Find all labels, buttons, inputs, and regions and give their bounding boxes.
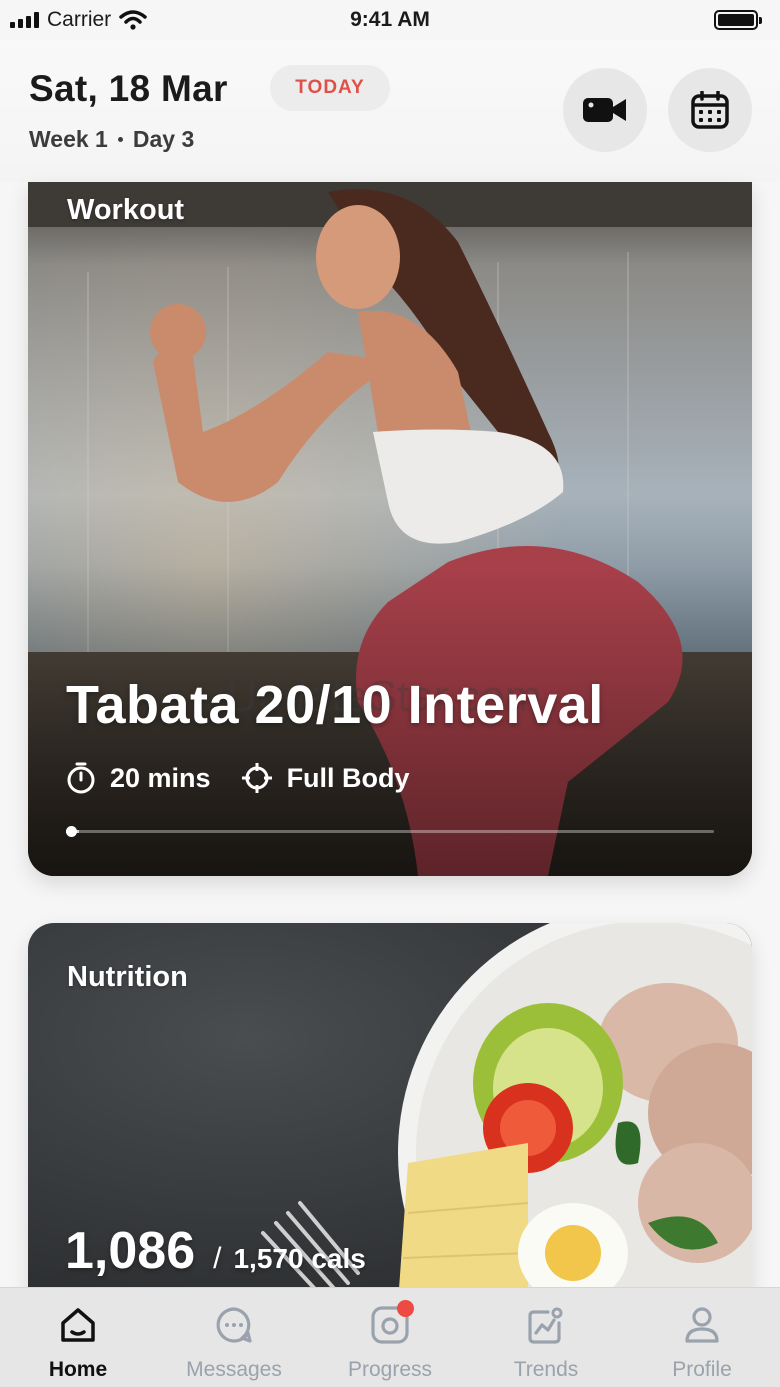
tab-bar: Home Messages Progress Trends Profile bbox=[0, 1287, 780, 1387]
carrier-label: Carrier bbox=[47, 8, 112, 31]
day-label: Day 3 bbox=[132, 126, 195, 152]
page-date: Sat, 18 Mar bbox=[29, 68, 228, 109]
tab-progress-label: Progress bbox=[347, 1358, 433, 1381]
calendar-icon bbox=[691, 91, 729, 129]
target-icon bbox=[241, 763, 272, 793]
today-badge[interactable]: TODAY bbox=[270, 65, 390, 111]
tab-home-label: Home bbox=[48, 1358, 108, 1381]
trend-chart-icon bbox=[526, 1304, 566, 1346]
status-bar: Carrier 9:41 AM bbox=[0, 0, 780, 40]
workout-progress-bar bbox=[66, 830, 714, 833]
tab-profile[interactable]: Profile bbox=[624, 1288, 780, 1387]
dot-separator bbox=[117, 137, 123, 142]
tab-home[interactable]: Home bbox=[0, 1288, 156, 1387]
signal-icon bbox=[10, 12, 39, 28]
header: Sat, 18 Mar TODAY Week 1 Day 3 bbox=[0, 40, 780, 182]
calendar-button[interactable] bbox=[668, 68, 752, 152]
tab-trends[interactable]: Trends bbox=[468, 1288, 624, 1387]
stopwatch-icon bbox=[67, 762, 95, 794]
focus-label: Full Body bbox=[286, 762, 410, 793]
calories-separator: / bbox=[213, 1242, 222, 1275]
focus-item: Full Body bbox=[241, 762, 410, 794]
video-camera-icon bbox=[583, 98, 626, 122]
chat-bubble-icon bbox=[214, 1304, 254, 1346]
home-icon bbox=[58, 1304, 98, 1346]
week-day-row: Week 1 Day 3 bbox=[29, 126, 194, 153]
notification-badge bbox=[397, 1300, 414, 1317]
tab-trends-label: Trends bbox=[513, 1358, 579, 1381]
status-left: Carrier bbox=[10, 8, 147, 32]
week-label: Week 1 bbox=[29, 126, 108, 152]
workout-meta: 20 mins Full Body bbox=[66, 762, 410, 794]
user-icon bbox=[682, 1304, 722, 1346]
workout-title: Tabata 20/10 Interval bbox=[66, 675, 604, 735]
wifi-icon bbox=[119, 10, 147, 30]
nutrition-section-label: Nutrition bbox=[67, 961, 188, 993]
nutrition-card[interactable]: Nutrition 1,086 / 1,570 cals bbox=[28, 923, 752, 1303]
calories-row: 1,086 / 1,570 cals bbox=[65, 1221, 366, 1281]
calories-value: 1,086 bbox=[65, 1222, 196, 1280]
tab-progress[interactable]: Progress bbox=[312, 1288, 468, 1387]
workout-progress-knob[interactable] bbox=[66, 826, 77, 837]
tab-profile-label: Profile bbox=[672, 1358, 732, 1381]
workout-section-label: Workout bbox=[67, 194, 185, 226]
workout-card[interactable]: Workout UpdateStar.com Tabata 20/10 Inte… bbox=[28, 182, 752, 876]
duration-label: 20 mins bbox=[110, 762, 211, 793]
video-button[interactable] bbox=[563, 68, 647, 152]
tab-messages-label: Messages bbox=[186, 1358, 282, 1381]
tab-messages[interactable]: Messages bbox=[156, 1288, 312, 1387]
duration-item: 20 mins bbox=[66, 762, 211, 794]
battery-icon bbox=[714, 10, 762, 30]
calories-goal: 1,570 cals bbox=[233, 1243, 366, 1274]
